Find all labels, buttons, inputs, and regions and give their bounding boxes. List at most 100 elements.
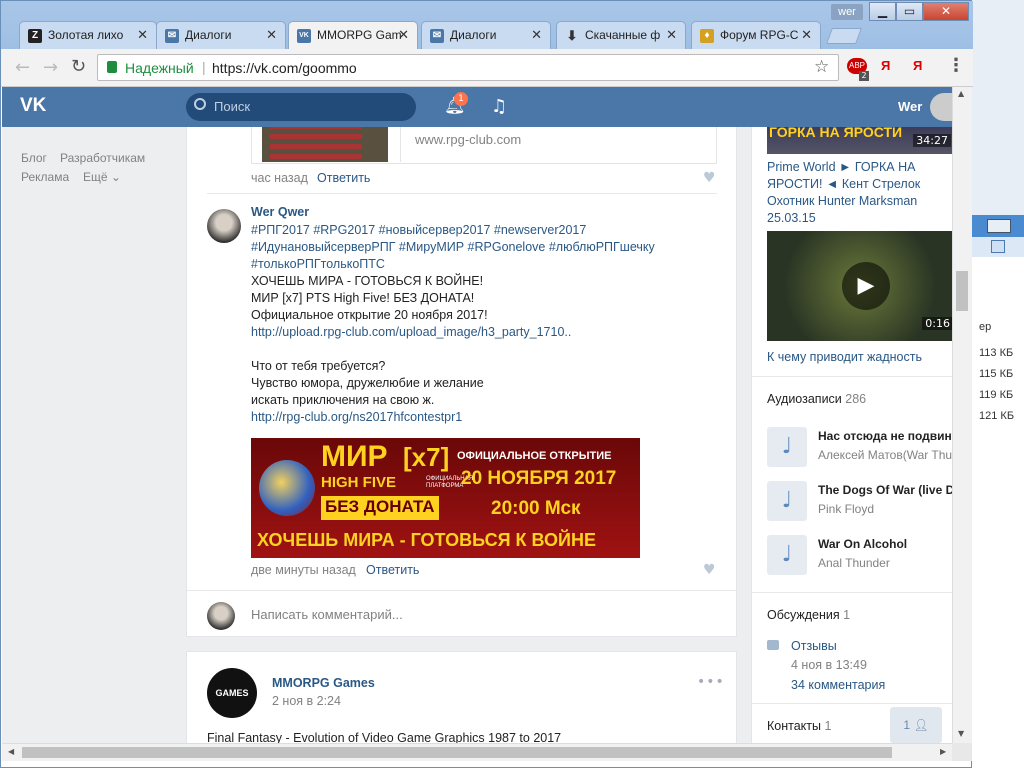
post-line: Что от тебя требуется? (251, 359, 386, 373)
like-heart-icon[interactable]: ♥ (703, 170, 716, 186)
background-explorer-window[interactable]: ер 113 КБ 115 КБ 119 КБ 121 КБ (970, 215, 1024, 768)
maximize-button[interactable]: ▭ (896, 2, 923, 21)
banner-x7: [x7] (403, 442, 450, 472)
audio-item[interactable]: ♩ War On Alcohol Anal Thunder (767, 535, 952, 575)
more-options-icon[interactable]: ••• (697, 674, 725, 690)
user-name[interactable]: Wer (898, 99, 922, 114)
scroll-thumb[interactable] (956, 271, 968, 311)
post-url[interactable]: http://upload.rpg-club.com/upload_image/… (251, 324, 571, 341)
post-line: искать приключения на свою ж. (251, 393, 435, 407)
audio-header: Аудиозаписи (767, 392, 842, 406)
notification-count: 1 (454, 92, 468, 106)
discussion-comments[interactable]: 34 комментария (791, 677, 885, 694)
tab-strip: Z Золотая лихо ✕ ✉ Диалоги ✕ VK MMORPG G… (1, 1, 973, 50)
link-domain[interactable]: www.rpg-club.com (415, 132, 521, 147)
search-icon (194, 98, 206, 110)
footer-link-dev[interactable]: Разработчикам (60, 151, 145, 165)
secure-label: Надежный (125, 60, 194, 76)
contacts-count: 1 (824, 719, 832, 733)
post-text: Final Fantasy - Evolution of Video Game … (207, 731, 562, 743)
audio-title: Нас отсюда не подвину (818, 429, 952, 443)
tab-downloads[interactable]: ⬇ Скачанные ф ✕ (556, 21, 686, 49)
search-placeholder: Поиск (214, 99, 251, 114)
adblock-label: ABP (848, 61, 865, 70)
audio-artist: Pink Floyd (818, 502, 875, 516)
friends-online-count: 1 (903, 718, 911, 732)
vk-search-input[interactable]: Поиск (186, 93, 416, 121)
menu-icon[interactable]: ⋮ (947, 55, 965, 76)
audio-item[interactable]: ♩ Нас отсюда не подвину Алексей Матов(Wa… (767, 427, 952, 467)
scroll-thumb[interactable] (22, 747, 892, 758)
yandex-icon-2[interactable]: Я (913, 58, 922, 73)
reload-icon[interactable]: ↻ (71, 56, 86, 77)
footer-link-blog[interactable]: Блог (21, 151, 47, 165)
back-icon[interactable]: ← (15, 57, 30, 78)
comment-author[interactable]: Wer Qwer (251, 204, 309, 221)
vertical-scrollbar[interactable]: ▲ ▼ (952, 87, 972, 743)
close-icon[interactable]: ✕ (398, 27, 409, 43)
post-line: МИР [x7] PTS High Five! БЕЗ ДОНАТА! (251, 291, 475, 305)
video-title[interactable]: Prime World ► ГОРКА НА ЯРОСТИ! ◄ Кент Ст… (767, 159, 937, 227)
group-avatar[interactable]: GAMES (207, 668, 257, 718)
music-icon[interactable]: ♫ (491, 96, 507, 117)
vk-messages-icon: ✉ (165, 29, 179, 43)
friends-online-button[interactable]: 1 👤︎ (890, 707, 942, 743)
close-icon[interactable]: ✕ (266, 27, 277, 43)
section-header-audio[interactable]: Аудиозаписи 286 (767, 391, 866, 408)
post-url[interactable]: http://rpg-club.org/ns2017hfcontestpr1 (251, 409, 462, 426)
profile-badge[interactable]: wer (831, 4, 863, 20)
bookmark-star-icon[interactable]: ☆ (814, 57, 829, 77)
play-icon[interactable]: ▶ (842, 262, 890, 310)
video-title[interactable]: К чему приводит жадность (767, 349, 922, 366)
close-icon[interactable]: ✕ (801, 27, 812, 43)
group-name[interactable]: MMORPG Games (272, 676, 375, 690)
right-column: ГОРКА НА ЯРОСТИ 34:27 Prime World ► ГОРК… (751, 127, 952, 743)
tab-rpg-forum[interactable]: ♦ Форум RPG-С ✕ (691, 21, 821, 49)
reply-link[interactable]: Ответить (317, 171, 370, 185)
video-thumbnail[interactable]: ГОРКА НА ЯРОСТИ 34:27 (767, 127, 952, 154)
vk-logo-icon[interactable]: VK (20, 95, 46, 117)
tab-dialogs-1[interactable]: ✉ Диалоги ✕ (156, 21, 286, 49)
close-icon[interactable]: ✕ (137, 27, 148, 43)
tab-zolotaya[interactable]: Z Золотая лихо ✕ (19, 21, 157, 49)
post-date[interactable]: 2 ноя в 2:24 (272, 694, 341, 708)
banner-slogan: ХОЧЕШЬ МИРА - ГОТОВЬСЯ К ВОЙНЕ (257, 530, 596, 550)
section-header-contacts[interactable]: Контакты 1 (767, 718, 831, 735)
horizontal-scrollbar[interactable]: ◀ ▶ (2, 743, 952, 761)
comment-input[interactable]: Написать комментарий... (251, 607, 403, 622)
yandex-icon[interactable]: Я (881, 58, 890, 73)
video-thumbnail-2[interactable]: ▶ 0:16 (767, 231, 952, 341)
tab-label: Диалоги (185, 28, 232, 42)
banner-official: ОФИЦИАЛЬНАЯ ПЛАТФОРМА (426, 476, 473, 489)
close-icon[interactable]: ✕ (531, 27, 542, 43)
tab-dialogs-2[interactable]: ✉ Диалоги ✕ (421, 21, 551, 49)
url-text[interactable]: https://vk.com/goommo (212, 60, 357, 76)
forward-icon[interactable]: → (43, 57, 58, 78)
reply-link[interactable]: Ответить (366, 563, 419, 577)
comment-hashtags[interactable]: #РПГ2017 #RPG2017 #новыйсервер2017 #news… (251, 222, 691, 273)
minimize-button[interactable]: ▁ (869, 2, 896, 21)
user-avatar[interactable] (930, 93, 954, 121)
footer-link-more[interactable]: Ещё ⌄ (83, 170, 121, 184)
tab-label: Скачанные ф (585, 28, 661, 42)
footer-link-ads[interactable]: Реклама (21, 170, 69, 184)
audio-item[interactable]: ♩ The Dogs Of War (live De Pink Floyd (767, 481, 952, 521)
section-header-discussions[interactable]: Обсуждения 1 (767, 607, 850, 624)
discussion-date: 4 ноя в 13:49 (791, 658, 867, 672)
discussion-topic[interactable]: Отзывы (791, 638, 837, 655)
video-duration: 0:16 (922, 317, 952, 330)
file-size: 115 КБ (979, 368, 1014, 380)
tab-mmorpg-games[interactable]: VK MMORPG Gam ✕ (288, 21, 418, 50)
close-window-button[interactable]: ✕ (923, 2, 969, 21)
new-tab-button[interactable] (826, 28, 862, 44)
like-heart-icon[interactable]: ♥ (703, 562, 716, 578)
column-label: ер (979, 321, 992, 333)
promo-banner[interactable]: МИР [x7] HIGH FIVE ОФИЦИАЛЬНАЯ ПЛАТФОРМА… (251, 438, 640, 558)
close-icon[interactable]: ✕ (666, 27, 677, 43)
link-snippet[interactable]: www.rpg-club.com (251, 127, 717, 164)
server-emblem (259, 460, 315, 516)
address-bar[interactable]: Надежный | https://vk.com/goommo ☆ (97, 54, 839, 81)
commenter-avatar[interactable] (207, 209, 241, 243)
discussion-icon (767, 640, 779, 650)
banner-opening: ОФИЦИАЛЬНОЕ ОТКРЫТИЕ (457, 450, 612, 462)
